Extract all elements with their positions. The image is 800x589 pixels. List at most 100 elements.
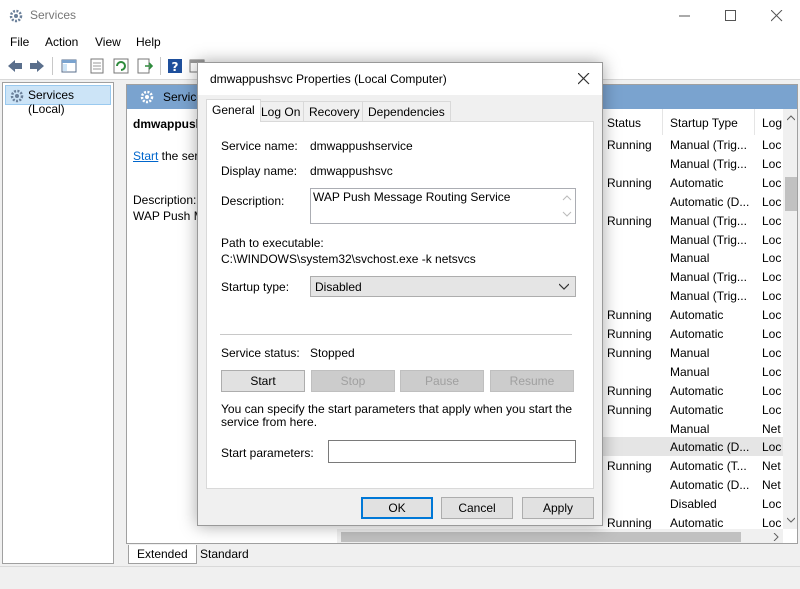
stop-button[interactable]: Stop xyxy=(311,370,395,392)
start-service-link[interactable]: Start xyxy=(133,149,158,163)
horizontal-scroll-thumb[interactable] xyxy=(341,532,741,542)
properties-page-icon[interactable] xyxy=(88,57,106,75)
selected-service-start: Start the serv xyxy=(133,149,204,163)
vertical-scrollbar[interactable] xyxy=(783,109,797,529)
cell-log: Loc xyxy=(762,327,782,341)
cancel-button[interactable]: Cancel xyxy=(441,497,513,519)
description-label: Description: xyxy=(221,194,285,208)
close-button[interactable] xyxy=(754,0,800,31)
scroll-down-icon[interactable] xyxy=(787,517,795,523)
export-list-icon[interactable] xyxy=(136,57,154,75)
maximize-button[interactable] xyxy=(708,0,754,31)
cell-log: Loc xyxy=(762,138,782,152)
resume-button[interactable]: Resume xyxy=(490,370,574,392)
cell-startup: Automatic xyxy=(670,516,724,530)
tab-dependencies[interactable]: Dependencies xyxy=(362,101,451,121)
cell-log: Loc xyxy=(762,194,782,209)
table-row[interactable]: Automatic (D... Loc xyxy=(597,437,785,457)
cell-startup: Manual (Trig... xyxy=(670,289,747,304)
cell-startup: Automatic xyxy=(670,383,724,398)
show-tree-icon[interactable] xyxy=(60,57,78,75)
ok-button[interactable]: OK xyxy=(361,497,433,519)
menu-file[interactable]: File xyxy=(10,35,29,49)
tab-extended[interactable]: Extended xyxy=(128,545,197,564)
dialog-title-bar: dmwappushsvc Properties (Local Computer) xyxy=(198,63,602,95)
start-parameters-label: Start parameters: xyxy=(221,446,314,460)
table-row[interactable]: Manual Loc xyxy=(597,362,785,381)
startup-type-select[interactable]: Disabled xyxy=(310,276,576,297)
table-row[interactable]: Manual (Trig... Loc xyxy=(597,230,785,249)
refresh-icon[interactable] xyxy=(112,57,130,75)
pause-button[interactable]: Pause xyxy=(400,370,484,392)
general-tab-panel: Service name: dmwappushservice Display n… xyxy=(206,121,594,489)
description-scroll[interactable] xyxy=(561,191,573,221)
table-row[interactable]: Manual Net xyxy=(597,419,785,438)
path-value: C:\WINDOWS\system32\svchost.exe -k netsv… xyxy=(221,252,476,266)
table-row[interactable]: Manual (Trig... Loc xyxy=(597,154,785,173)
horizontal-scrollbar[interactable] xyxy=(337,529,783,543)
cell-status: Running xyxy=(607,213,652,228)
scroll-up-icon[interactable] xyxy=(787,115,795,121)
cell-startup: Manual (Trig... xyxy=(670,232,747,247)
table-row[interactable]: Running Automatic Loc xyxy=(597,173,785,192)
toolbar-separator xyxy=(52,57,53,75)
services-gear-icon xyxy=(10,89,24,103)
cell-startup: Automatic xyxy=(670,402,724,417)
start-button[interactable]: Start xyxy=(221,370,305,392)
table-row[interactable]: Automatic (D... Net xyxy=(597,475,785,494)
tree-pane: Services (Local) xyxy=(2,82,114,564)
cell-status: Running xyxy=(607,308,652,323)
tab-log-on[interactable]: Log On xyxy=(255,101,307,121)
column-log-on-as[interactable]: Log xyxy=(762,116,782,130)
apply-button[interactable]: Apply xyxy=(522,497,594,519)
table-row[interactable]: Running Automatic Loc xyxy=(597,305,785,324)
display-name-value: dmwappushsvc xyxy=(310,164,393,178)
tab-recovery[interactable]: Recovery xyxy=(303,101,366,121)
tab-general[interactable]: General xyxy=(206,99,261,122)
services-gear-icon xyxy=(140,90,154,104)
forward-arrow-icon[interactable] xyxy=(28,57,46,75)
menu-action[interactable]: Action xyxy=(45,35,78,49)
selected-service-description-label: Description: xyxy=(133,193,197,207)
description-textbox[interactable]: WAP Push Message Routing Service xyxy=(310,188,576,224)
cell-status: Running xyxy=(607,345,652,360)
table-row[interactable]: Automatic (D... Loc xyxy=(597,192,785,211)
service-name-label: Service name: xyxy=(221,139,298,153)
help-icon[interactable]: ? xyxy=(166,57,184,75)
tab-standard[interactable]: Standard xyxy=(192,545,257,564)
scroll-right-icon[interactable] xyxy=(773,533,779,541)
column-status[interactable]: Status xyxy=(607,116,641,130)
menu-bar: File Action View Help xyxy=(0,31,800,52)
minimize-button[interactable] xyxy=(662,0,708,31)
table-row[interactable]: Running Automatic Loc xyxy=(597,324,785,343)
divider xyxy=(220,334,572,335)
selected-service-description: WAP Push M xyxy=(133,209,204,223)
path-label: Path to executable: xyxy=(221,236,324,250)
tree-item-services-local[interactable]: Services (Local) xyxy=(5,85,111,116)
table-row[interactable]: Running Automatic (T... Net xyxy=(597,456,785,475)
column-header: Status Startup Type Log xyxy=(597,109,797,135)
table-row[interactable]: Running Manual (Trig... Loc xyxy=(597,135,785,154)
cell-log: Net xyxy=(762,459,781,474)
back-arrow-icon[interactable] xyxy=(6,57,24,75)
menu-help[interactable]: Help xyxy=(136,35,161,49)
close-icon xyxy=(578,73,590,85)
cell-log: Net xyxy=(762,478,781,493)
table-row[interactable]: Running Manual Loc xyxy=(597,343,785,362)
cell-startup: Automatic xyxy=(670,308,724,323)
start-parameters-input[interactable] xyxy=(328,440,576,463)
vertical-scroll-thumb[interactable] xyxy=(785,177,797,211)
table-row[interactable]: Manual Loc xyxy=(597,248,785,267)
table-row[interactable]: Running Manual (Trig... Loc xyxy=(597,211,785,230)
table-row[interactable]: Running Automatic Loc xyxy=(597,400,785,419)
dialog-close-button[interactable] xyxy=(568,63,600,95)
cell-log: Loc xyxy=(762,213,782,228)
column-startup-type[interactable]: Startup Type xyxy=(670,116,738,130)
start-parameters-hint: You can specify the start parameters tha… xyxy=(221,402,573,429)
table-row[interactable]: Manual (Trig... Loc xyxy=(597,286,785,305)
table-row[interactable]: Running Automatic Loc xyxy=(597,381,785,400)
cell-startup: Automatic (D... xyxy=(670,478,750,493)
menu-view[interactable]: View xyxy=(95,35,121,49)
table-row[interactable]: Disabled Loc xyxy=(597,494,785,513)
table-row[interactable]: Manual (Trig... Loc xyxy=(597,267,785,286)
